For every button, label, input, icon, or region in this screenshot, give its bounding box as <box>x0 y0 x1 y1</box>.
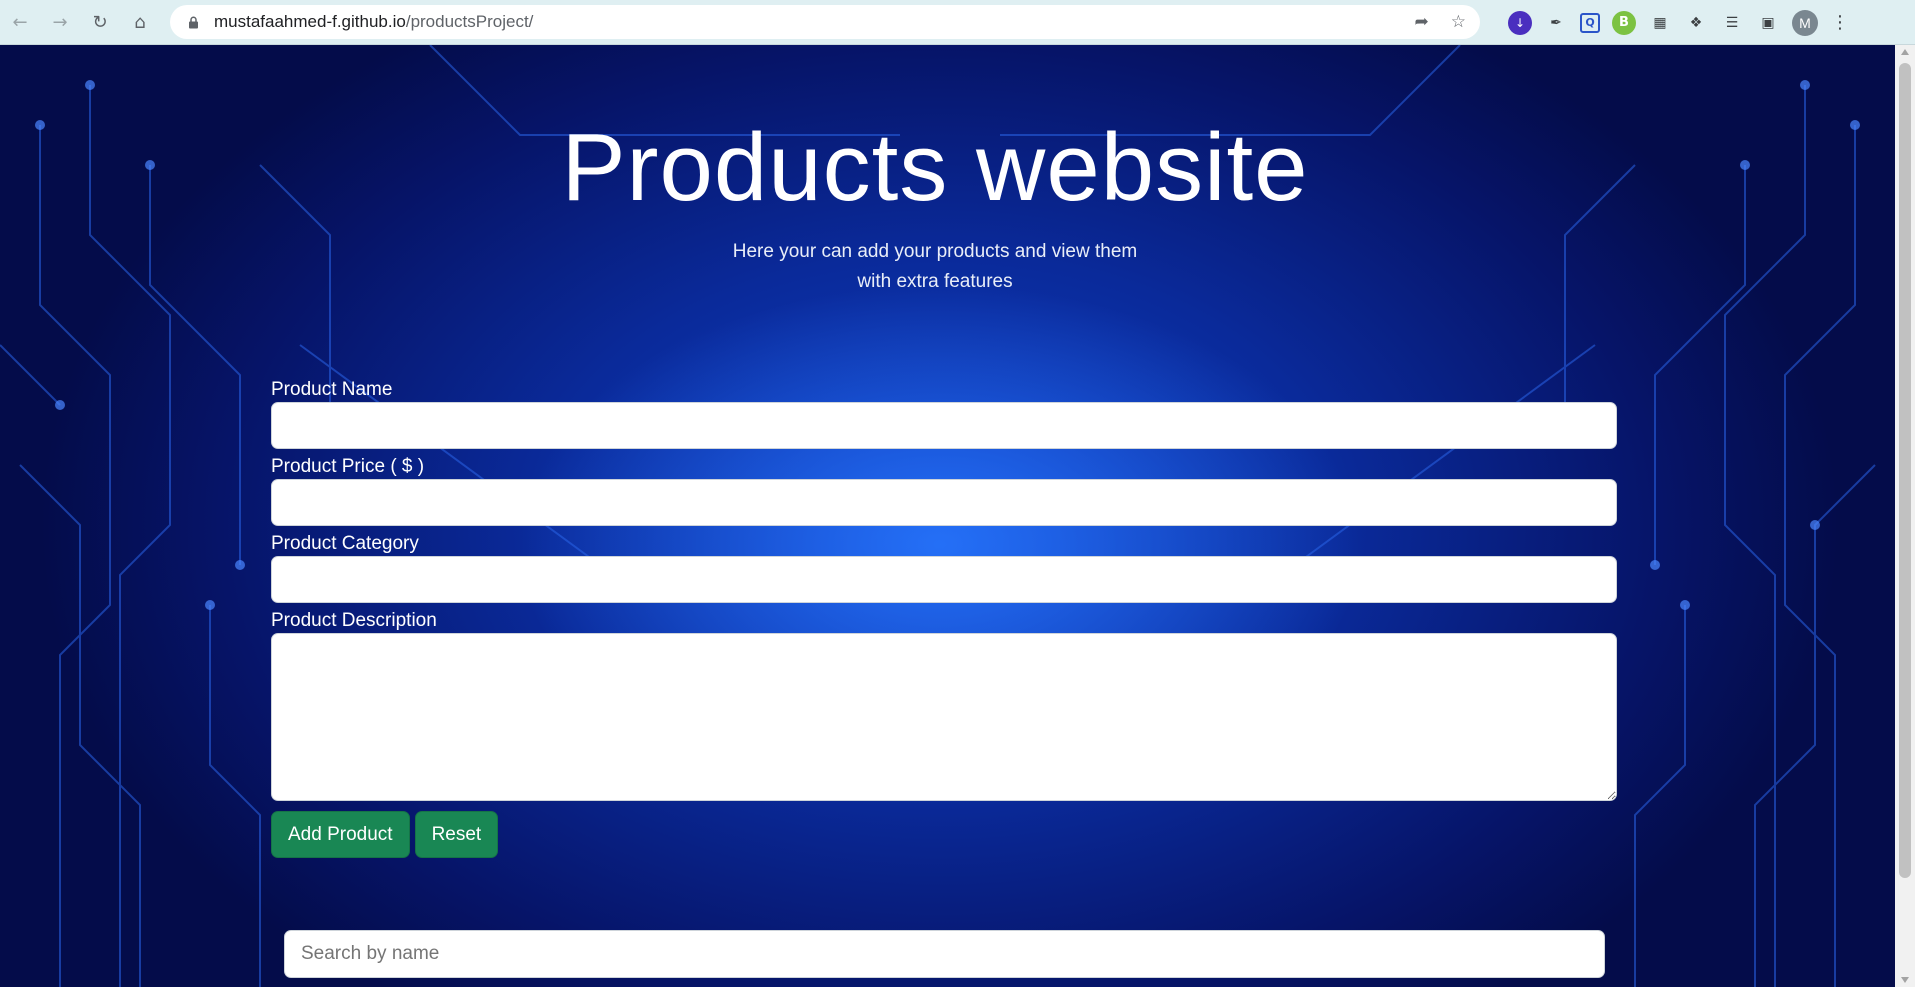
share-icon[interactable]: ➦ <box>1415 12 1429 32</box>
product-description-label: Product Description <box>271 610 437 631</box>
page-subtitle: Here your can add your products and view… <box>0 237 1870 297</box>
scroll-down-arrow-icon[interactable] <box>1901 977 1909 983</box>
side-panel-icon[interactable]: ▣ <box>1756 11 1780 35</box>
b-extension-icon[interactable]: B <box>1612 10 1636 35</box>
page-scrollbar[interactable] <box>1895 45 1915 987</box>
form-buttons: Add Product Reset <box>271 811 1617 858</box>
scrollbar-thumb[interactable] <box>1899 63 1911 878</box>
address-bar[interactable]: mustafaahmed-f.github.io/productsProject… <box>170 5 1480 39</box>
eyedropper-extension-icon[interactable]: ✒ <box>1544 11 1568 35</box>
page-content: Products website Here your can add your … <box>0 45 1895 987</box>
reading-list-icon[interactable]: ☰ <box>1720 11 1744 35</box>
lock-icon[interactable] <box>186 15 200 29</box>
browser-menu-icon[interactable]: ⋮ <box>1830 12 1850 33</box>
product-price-label: Product Price ( $ ) <box>271 456 425 477</box>
url-host: mustafaahmed-f.github.io <box>214 12 406 31</box>
search-extension-icon[interactable]: Q <box>1580 12 1600 33</box>
subtitle-line-2: with extra features <box>857 271 1013 292</box>
puzzle-extensions-icon[interactable]: ❖ <box>1684 11 1708 35</box>
product-name-input[interactable] <box>271 402 1617 449</box>
product-form: Product Name Product Price ( $ ) Product… <box>271 378 1617 858</box>
profile-avatar[interactable]: M <box>1792 9 1818 36</box>
search-input[interactable] <box>284 930 1605 978</box>
product-category-input[interactable] <box>271 556 1617 603</box>
bookmark-star-icon[interactable]: ☆ <box>1451 12 1466 32</box>
product-price-input[interactable] <box>271 479 1617 526</box>
page-viewport: Products website Here your can add your … <box>0 45 1895 987</box>
reload-icon[interactable]: ↻ <box>80 0 120 45</box>
product-description-textarea[interactable] <box>271 633 1617 801</box>
scroll-up-arrow-icon[interactable] <box>1901 49 1909 55</box>
forward-icon[interactable]: → <box>40 0 80 45</box>
product-category-label: Product Category <box>271 533 419 554</box>
download-extension-icon[interactable]: ↓ <box>1508 10 1532 35</box>
extensions-area: ↓ ✒ Q B ▦ ❖ ☰ ▣ M ⋮ <box>1508 0 1850 45</box>
reset-button[interactable]: Reset <box>414 811 499 858</box>
tag-extension-icon[interactable]: ▦ <box>1648 11 1672 35</box>
back-icon[interactable]: ← <box>0 0 40 45</box>
browser-toolbar: ← → ↻ ⌂ mustafaahmed-f.github.io/product… <box>0 0 1915 45</box>
home-icon[interactable]: ⌂ <box>120 0 160 45</box>
subtitle-line-1: Here your can add your products and view… <box>732 241 1138 262</box>
url-path: /productsProject/ <box>405 12 534 31</box>
page-title: Products website <box>561 114 1309 221</box>
product-name-label: Product Name <box>271 379 393 400</box>
add-product-button[interactable]: Add Product <box>271 811 410 858</box>
